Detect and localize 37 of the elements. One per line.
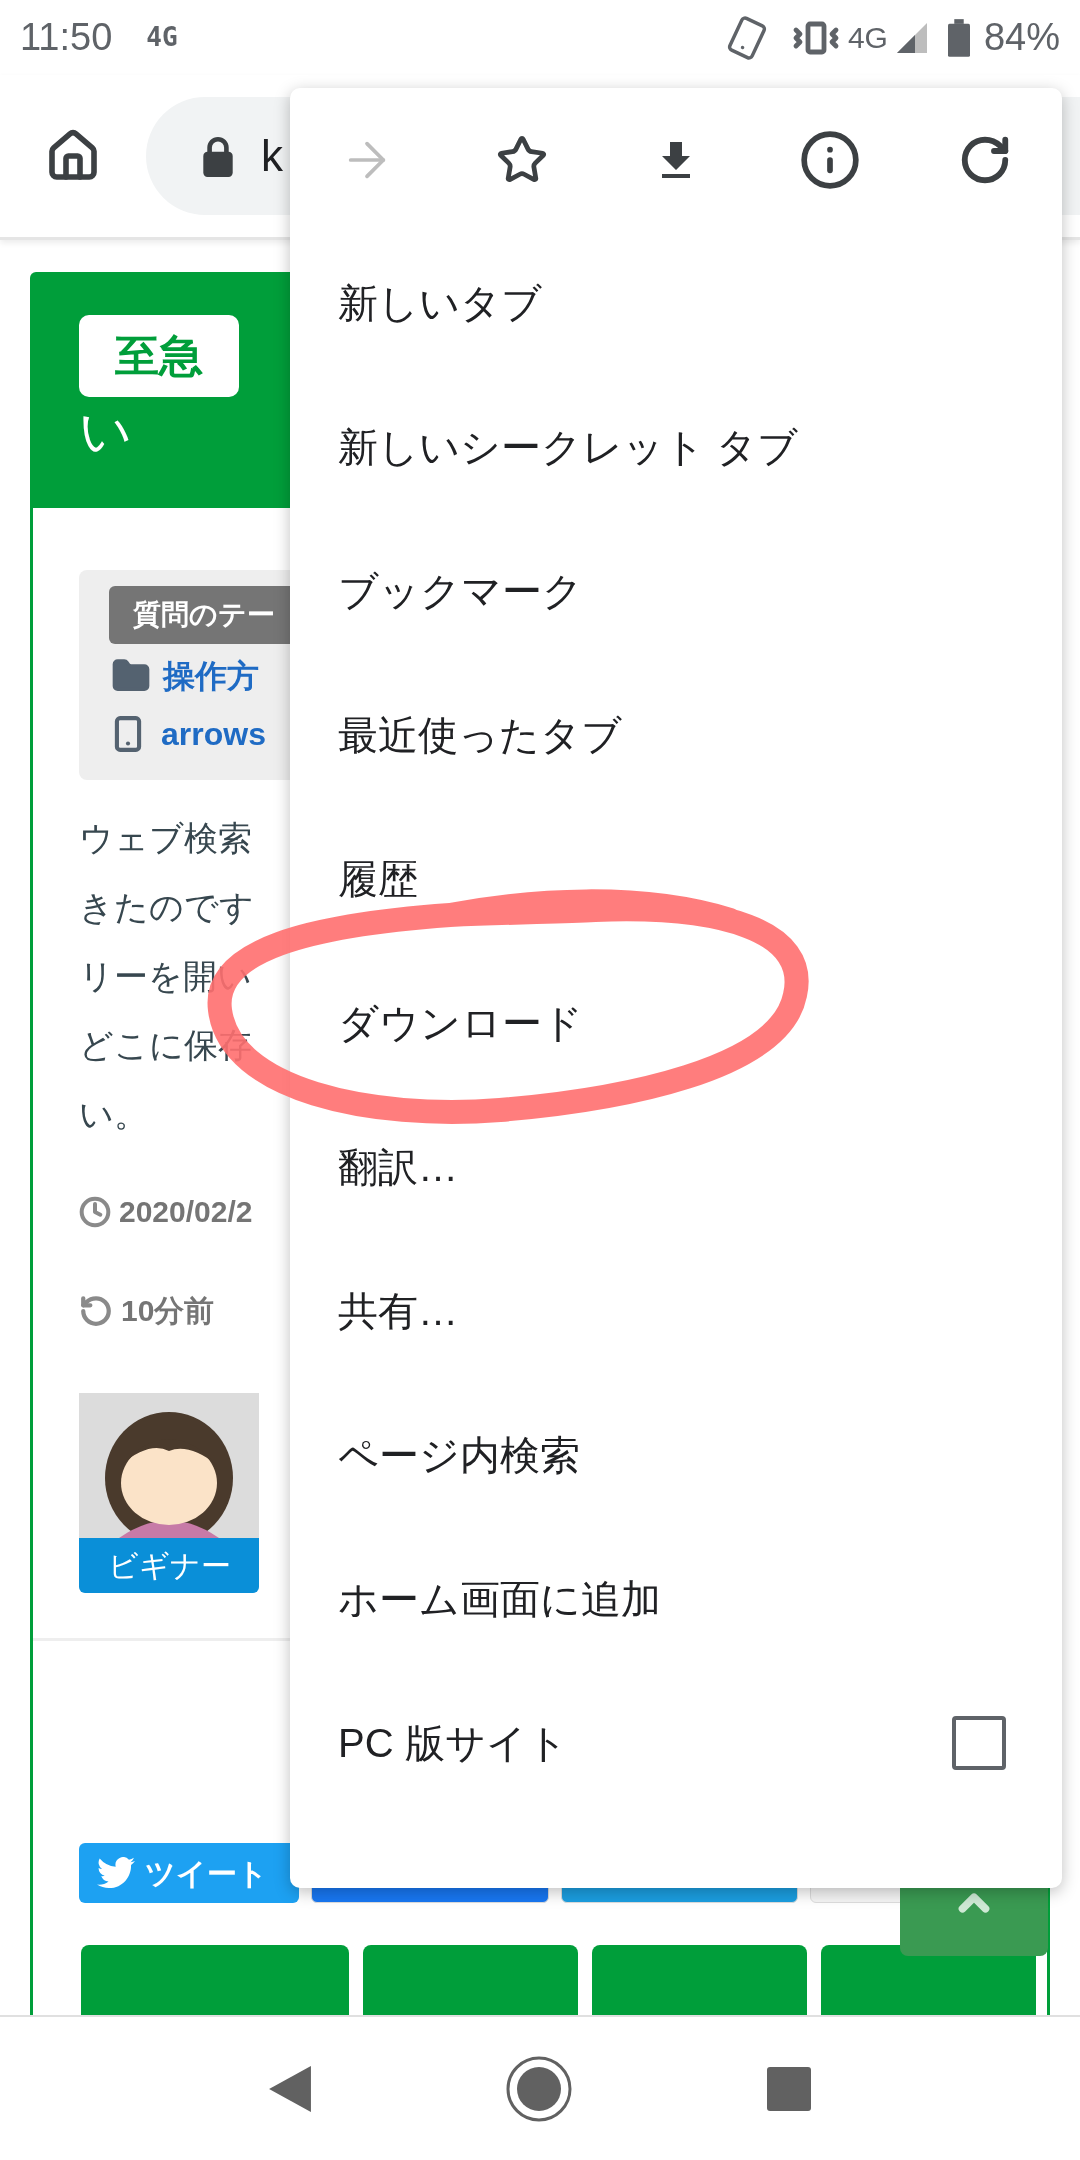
lock-icon [201, 135, 235, 177]
menu-item[interactable]: 翻訳… [338, 1137, 458, 1197]
device-link[interactable]: arrows [161, 710, 266, 758]
clock-time: 11:50 [20, 15, 113, 60]
user-rank-label: ビギナー [79, 1538, 259, 1593]
menu-item[interactable]: 履歴 [338, 849, 418, 909]
bird-icon [97, 1857, 135, 1889]
post-date: 2020/02/2 [119, 1194, 253, 1230]
menu-item[interactable]: ブックマーク [338, 561, 583, 621]
menu-item[interactable]: ダウンロード [338, 993, 583, 1053]
question-text: い。 [79, 1094, 148, 1135]
battery-icon [947, 17, 970, 58]
menu-item[interactable]: ホーム画面に追加 [338, 1569, 661, 1629]
battery-percent: 84% [983, 15, 1060, 60]
question-text: ウェブ検索 [79, 818, 252, 859]
updated-time: 10分前 [121, 1293, 215, 1329]
home-circle-icon[interactable] [506, 2055, 572, 2122]
menu-item[interactable]: 最近使ったタブ [338, 705, 622, 765]
network-label: 4G [146, 21, 178, 54]
menu-item[interactable]: 新しいタブ [338, 273, 542, 333]
back-icon[interactable] [269, 2065, 311, 2112]
category-link[interactable]: 操作方 [163, 652, 259, 700]
clock-icon [79, 1195, 111, 1228]
menu-item[interactable]: 新しいシークレット タブ [338, 417, 799, 477]
question-text: リーを開い [79, 956, 252, 997]
menu-item[interactable]: ページ内検索 [338, 1425, 580, 1485]
question-text: きたのです [79, 887, 254, 928]
updated-icon [79, 1293, 113, 1328]
urgent-badge: 至急 [79, 315, 239, 397]
menu-item[interactable]: 共有… [338, 1281, 458, 1341]
recents-icon[interactable] [767, 2066, 811, 2111]
info-icon[interactable] [799, 128, 862, 191]
checkbox[interactable] [952, 1716, 1006, 1770]
question-title: い [79, 405, 132, 457]
network-type: 4G [847, 20, 888, 56]
url-text: k [261, 130, 283, 182]
menu-item[interactable]: PC 版サイト [338, 1713, 568, 1773]
